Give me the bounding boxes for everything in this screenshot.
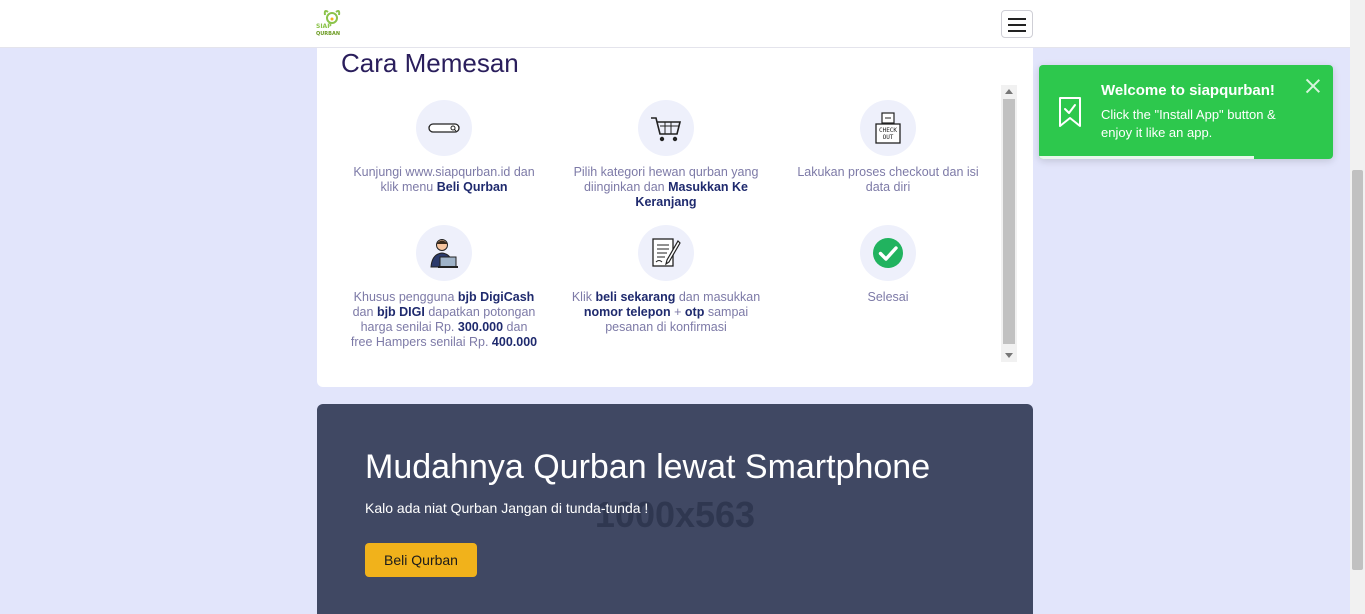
- step-highlight-text: otp: [684, 305, 705, 319]
- how-to-order-card: Cara Memesan Kunjungi www.siapqurban.id …: [317, 48, 1033, 387]
- step-highlight-text: nomor telepon: [583, 305, 671, 319]
- step-3: CHECK OUT Lakukan proses checkout dan is…: [793, 100, 983, 195]
- toast-message: Click the "Install App" button & enjoy i…: [1101, 107, 1276, 140]
- step-highlight-text: 400.000: [491, 335, 538, 349]
- page-scrollbar[interactable]: [1350, 0, 1365, 614]
- step-2-text: Pilih kategori hewan qurban yang diingin…: [573, 165, 759, 209]
- document-sign-icon: [638, 225, 694, 281]
- step-highlight-text: Beli Qurban: [436, 180, 508, 194]
- logo-text-bottom: QURBAN: [316, 31, 341, 37]
- close-icon[interactable]: [1305, 78, 1321, 94]
- scroll-up-arrow-icon[interactable]: [1005, 89, 1013, 94]
- hero-subtitle: Kalo ada niat Qurban Jangan di tunda-tun…: [365, 500, 649, 516]
- steps-scrollbar-thumb[interactable]: [1003, 99, 1015, 344]
- step-4-text: Khusus pengguna bjb DigiCash dan bjb DIG…: [350, 290, 538, 349]
- hero-title: Mudahnya Qurban lewat Smartphone: [365, 448, 931, 486]
- svg-text:CHECK: CHECK: [879, 127, 897, 134]
- hamburger-icon-line: [1008, 30, 1026, 32]
- step-1-text: Kunjungi www.siapqurban.id dan klik menu…: [353, 165, 535, 194]
- step-highlight-text: Masukkan Ke Keranjang: [635, 180, 748, 209]
- step-5-text: Klik beli sekarang dan masukkan nomor te…: [571, 290, 761, 334]
- step-highlight-text: 300.000: [457, 320, 504, 334]
- step-highlight-text: bjb DigiCash: [457, 290, 535, 304]
- logo-text-top: SIAP: [316, 23, 332, 30]
- step-5: Klik beli sekarang dan masukkan nomor te…: [571, 225, 761, 335]
- step-3-text: Lakukan proses checkout dan isi data dir…: [797, 165, 979, 194]
- steps-scrollbar[interactable]: [1001, 85, 1017, 362]
- check-circle-icon: [860, 225, 916, 281]
- step-highlight-text: bjb DIGI: [376, 305, 425, 319]
- hamburger-icon-line: [1008, 24, 1026, 26]
- page-scrollbar-thumb[interactable]: [1352, 170, 1363, 570]
- step-2: Pilih kategori hewan qurban yang diingin…: [571, 100, 761, 210]
- install-app-toast: Welcome to siapqurban! Click the "Instal…: [1039, 65, 1333, 159]
- checkout-box-icon: CHECK OUT: [860, 100, 916, 156]
- navbar: SIAP QURBAN: [0, 0, 1350, 48]
- svg-text:OUT: OUT: [883, 134, 894, 141]
- step-4: Khusus pengguna bjb DigiCash dan bjb DIG…: [349, 225, 539, 350]
- bookmark-check-icon: [1059, 97, 1081, 127]
- how-to-order-title: Cara Memesan: [341, 48, 519, 78]
- hero-banner: 1000x563 Mudahnya Qurban lewat Smartphon…: [317, 404, 1033, 614]
- toast-title: Welcome to siapqurban!: [1101, 82, 1275, 99]
- user-laptop-icon: [416, 225, 472, 281]
- step-6: Selesai: [793, 225, 983, 305]
- search-bar-icon: [416, 100, 472, 156]
- siapqurban-logo[interactable]: SIAP QURBAN: [316, 9, 348, 39]
- toast-progress-bar: [1039, 156, 1254, 159]
- scroll-down-arrow-icon[interactable]: [1005, 353, 1013, 358]
- beli-qurban-button[interactable]: Beli Qurban: [365, 543, 477, 577]
- step-highlight-text: beli sekarang: [595, 290, 676, 304]
- shopping-cart-icon: [638, 100, 694, 156]
- step-6-text: Selesai: [867, 290, 909, 304]
- hamburger-menu-button[interactable]: [1001, 10, 1033, 38]
- step-1: Kunjungi www.siapqurban.id dan klik menu…: [349, 100, 539, 195]
- hamburger-icon: [1008, 18, 1026, 20]
